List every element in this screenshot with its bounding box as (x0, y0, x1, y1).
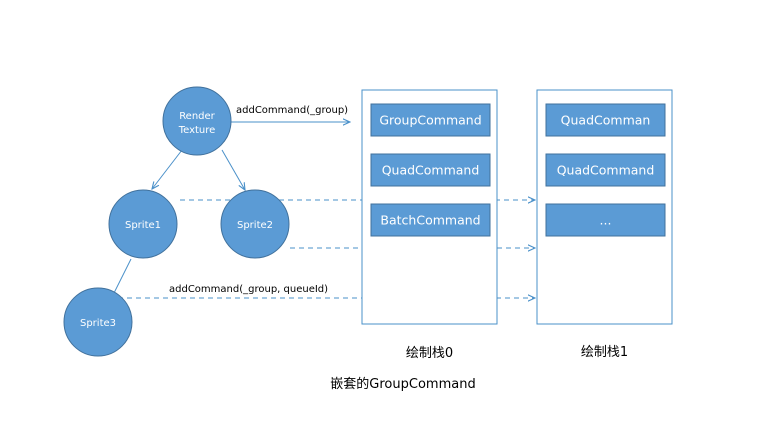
node-sprite2-label: Sprite2 (237, 220, 273, 231)
edge-label-add-command-group-queue: addCommand(_group, queueId) (169, 284, 328, 295)
stack0-command-2-label: BatchCommand (380, 213, 480, 228)
footer-caption: 嵌套的GroupCommand (330, 376, 475, 392)
edge-rendertexture-sprite2 (221, 149, 245, 190)
node-sprite1-label: Sprite1 (125, 220, 161, 231)
edge-sprite1-sprite3 (112, 258, 132, 296)
stack1-command-1-label: QuadCommand (557, 163, 655, 178)
node-render-texture-label-line1: Render (179, 111, 215, 122)
diagram-canvas: addCommand(_group) addCommand(_group, qu… (0, 0, 784, 434)
edge-rendertexture-sprite1 (152, 149, 183, 189)
stack1-caption: 绘制栈1 (581, 345, 628, 360)
stack0-command-1-label: QuadCommand (382, 163, 480, 178)
stack0-caption: 绘制栈0 (406, 346, 453, 361)
stack1-command-2-label: ... (600, 213, 612, 228)
node-sprite3-label: Sprite3 (80, 318, 116, 329)
node-render-texture-label-line2: Texture (178, 125, 216, 136)
nested-group-command-diagram: addCommand(_group) addCommand(_group, qu… (63, 86, 673, 392)
stack0-command-0-label: GroupCommand (379, 113, 481, 128)
edge-label-add-command-group: addCommand(_group) (236, 105, 348, 116)
stack1-command-0-label: QuadComman (561, 113, 651, 128)
